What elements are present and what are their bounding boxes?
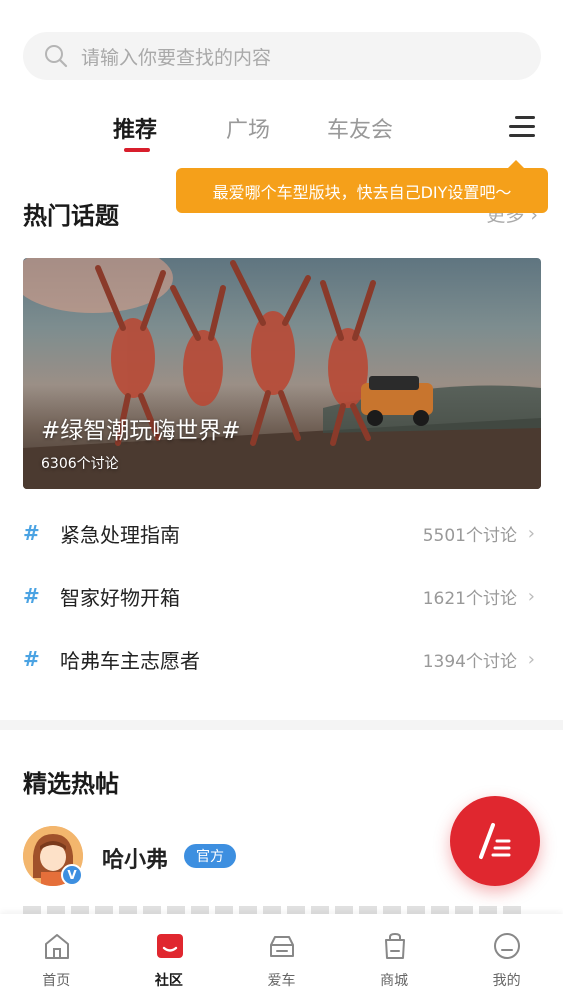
- post-author[interactable]: V 哈小弗 官方: [23, 826, 323, 886]
- hot-topics-title: 热门话题: [23, 202, 119, 230]
- menu-icon[interactable]: [507, 112, 535, 140]
- topic-count: 5501个讨论: [422, 525, 517, 546]
- chevron-right-icon: ›: [527, 585, 535, 607]
- banner-topic-tag: #绿智潮玩嗨世界#: [41, 418, 241, 444]
- topic-name: 哈弗车主志愿者: [60, 648, 200, 673]
- topic-count: 1621个讨论: [422, 588, 517, 609]
- compose-post-button[interactable]: [450, 796, 540, 886]
- topic-name: 智家好物开箱: [60, 585, 180, 610]
- hot-topic-banner[interactable]: #绿智潮玩嗨世界# 6306个讨论: [23, 258, 541, 489]
- search-bar[interactable]: 请输入你要查找的内容: [23, 32, 541, 80]
- tab-plaza[interactable]: 广场: [226, 112, 270, 144]
- topic-count: 1394个讨论: [422, 651, 517, 672]
- shop-bag-icon: [384, 932, 405, 959]
- nav-shop[interactable]: 商城: [338, 914, 451, 1000]
- nav-label: 爱车: [267, 973, 296, 989]
- section-divider: [0, 720, 563, 730]
- author-name[interactable]: 哈小弗: [102, 842, 168, 874]
- nav-community[interactable]: 社区: [113, 914, 226, 1000]
- hash-icon: #: [23, 584, 40, 608]
- topic-name: 紧急处理指南: [60, 522, 180, 547]
- car-icon: [270, 936, 295, 957]
- nav-label: 我的: [492, 973, 521, 989]
- topic-row[interactable]: # 哈弗车主志愿者 1394个讨论 ›: [23, 639, 541, 679]
- topic-row[interactable]: # 智家好物开箱 1621个讨论 ›: [23, 576, 541, 616]
- nav-car[interactable]: 爱车: [225, 914, 338, 1000]
- diy-tooltip[interactable]: 最爱哪个车型版块，快去自己DIY设置吧～: [176, 160, 548, 213]
- nav-home[interactable]: 首页: [0, 914, 113, 1000]
- bottom-nav: 首页 社区 爱车 商城 我的: [0, 914, 563, 1000]
- search-placeholder: 请输入你要查找的内容: [81, 46, 272, 69]
- chevron-right-icon: ›: [527, 648, 535, 670]
- nav-label: 首页: [42, 973, 71, 989]
- compose-icon: [479, 823, 511, 859]
- nav-label: 商城: [380, 973, 409, 989]
- featured-posts-title: 精选热帖: [23, 770, 119, 798]
- active-tab-indicator: [124, 148, 150, 152]
- hash-icon: #: [23, 521, 40, 545]
- chevron-right-icon: ›: [527, 522, 535, 544]
- community-icon: [156, 934, 183, 958]
- topic-row[interactable]: # 紧急处理指南 5501个讨论 ›: [23, 513, 541, 553]
- official-badge: 官方: [184, 844, 236, 868]
- top-tabs: 推荐 广场 车友会: [0, 108, 563, 158]
- hash-icon: #: [23, 647, 40, 671]
- profile-icon: [494, 933, 521, 959]
- home-icon: [45, 934, 69, 959]
- nav-profile[interactable]: 我的: [450, 914, 563, 1000]
- verified-badge-icon: V: [61, 864, 83, 886]
- search-icon: [45, 45, 68, 68]
- tooltip-text: 最爱哪个车型版块，快去自己DIY设置吧～: [212, 182, 512, 202]
- nav-label: 社区: [154, 973, 183, 989]
- tab-car-club[interactable]: 车友会: [327, 112, 393, 144]
- banner-discussion-count: 6306个讨论: [41, 456, 119, 472]
- tab-recommend[interactable]: 推荐: [113, 112, 157, 144]
